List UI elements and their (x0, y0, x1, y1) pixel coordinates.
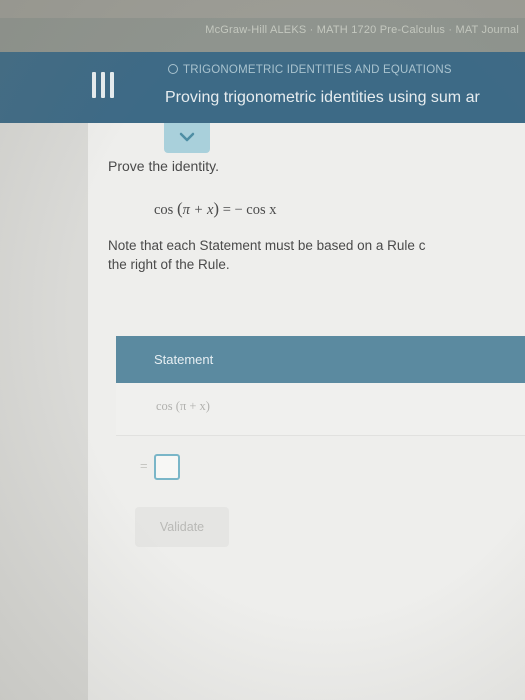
browser-bookmarks-bar: McGraw-Hill ALEKS · MATH 1720 Pre-Calcul… (0, 18, 525, 52)
topic-text: TRIGONOMETRIC IDENTITIES AND EQUATIONS (183, 64, 452, 76)
statement-expression: cos (π + x) (156, 399, 210, 413)
statement-input[interactable] (154, 454, 180, 480)
lhs-argument: π + x (182, 202, 214, 218)
problem-instruction: Prove the identity. (108, 158, 220, 174)
statement-column-header: Statement (116, 336, 525, 383)
menu-icon[interactable] (92, 72, 114, 98)
note-line-1: Note that each Statement must be based o… (108, 238, 426, 253)
validate-button[interactable]: Validate (135, 507, 229, 547)
instruction-note: Note that each Statement must be based o… (108, 236, 525, 274)
screen-bezel (0, 0, 525, 18)
row-equals-sign: = (140, 458, 148, 473)
chevron-down-icon (179, 132, 195, 142)
bookmarks-text[interactable]: McGraw-Hill ALEKS · MATH 1720 Pre-Calcul… (205, 24, 519, 36)
statement-header-label: Statement (154, 352, 214, 367)
app-header: TRIGONOMETRIC IDENTITIES AND EQUATIONS P… (0, 52, 525, 123)
page-title: Proving trigonometric identities using s… (165, 89, 480, 106)
note-line-2: the right of the Rule. (108, 257, 230, 272)
identity-expression: cos (π + x) = − cos x (154, 199, 277, 218)
rhs-expression: − cos x (234, 202, 277, 218)
table-row: cos (π + x) (116, 383, 525, 436)
collapse-tab[interactable] (164, 123, 210, 153)
topic-circle-icon (168, 64, 178, 74)
equals-sign: = (222, 202, 231, 218)
left-margin (0, 123, 88, 700)
table-row: = (116, 436, 525, 496)
topic-label: TRIGONOMETRIC IDENTITIES AND EQUATIONS (168, 64, 452, 76)
lhs-function: cos (154, 202, 174, 218)
